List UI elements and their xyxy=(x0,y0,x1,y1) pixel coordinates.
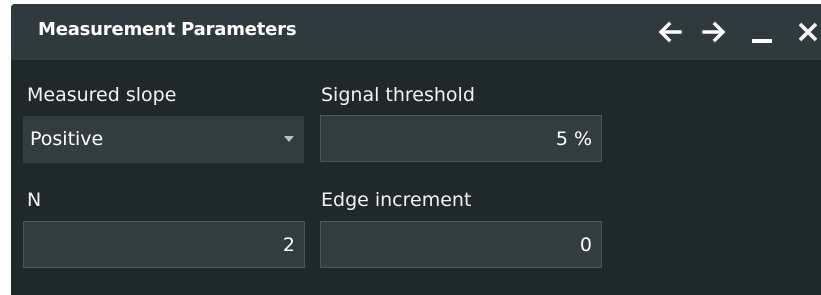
close-icon[interactable] xyxy=(794,18,821,46)
dialog-title: Measurement Parameters xyxy=(38,19,297,40)
signal-threshold-input[interactable]: 5 % xyxy=(320,115,602,162)
n-label: N xyxy=(27,189,42,211)
n-input[interactable]: 2 xyxy=(23,221,305,268)
measurement-parameters-dialog: Measurement Parameters Measured slope Po… xyxy=(11,4,821,295)
measured-slope-label: Measured slope xyxy=(27,84,177,106)
signal-threshold-value: 5 % xyxy=(555,128,592,150)
edge-increment-value: 0 xyxy=(579,234,592,256)
edge-increment-input[interactable]: 0 xyxy=(320,221,602,268)
chevron-down-icon xyxy=(284,136,294,142)
arrow-left-icon[interactable] xyxy=(656,18,684,46)
arrow-right-icon[interactable] xyxy=(700,18,728,46)
measured-slope-value: Positive xyxy=(30,128,104,150)
dialog-titlebar[interactable]: Measurement Parameters xyxy=(11,4,821,60)
measured-slope-select[interactable]: Positive xyxy=(23,116,304,163)
minimize-icon[interactable] xyxy=(748,18,776,46)
n-value: 2 xyxy=(282,234,295,256)
edge-increment-label: Edge increment xyxy=(321,189,472,211)
signal-threshold-label: Signal threshold xyxy=(321,84,475,106)
